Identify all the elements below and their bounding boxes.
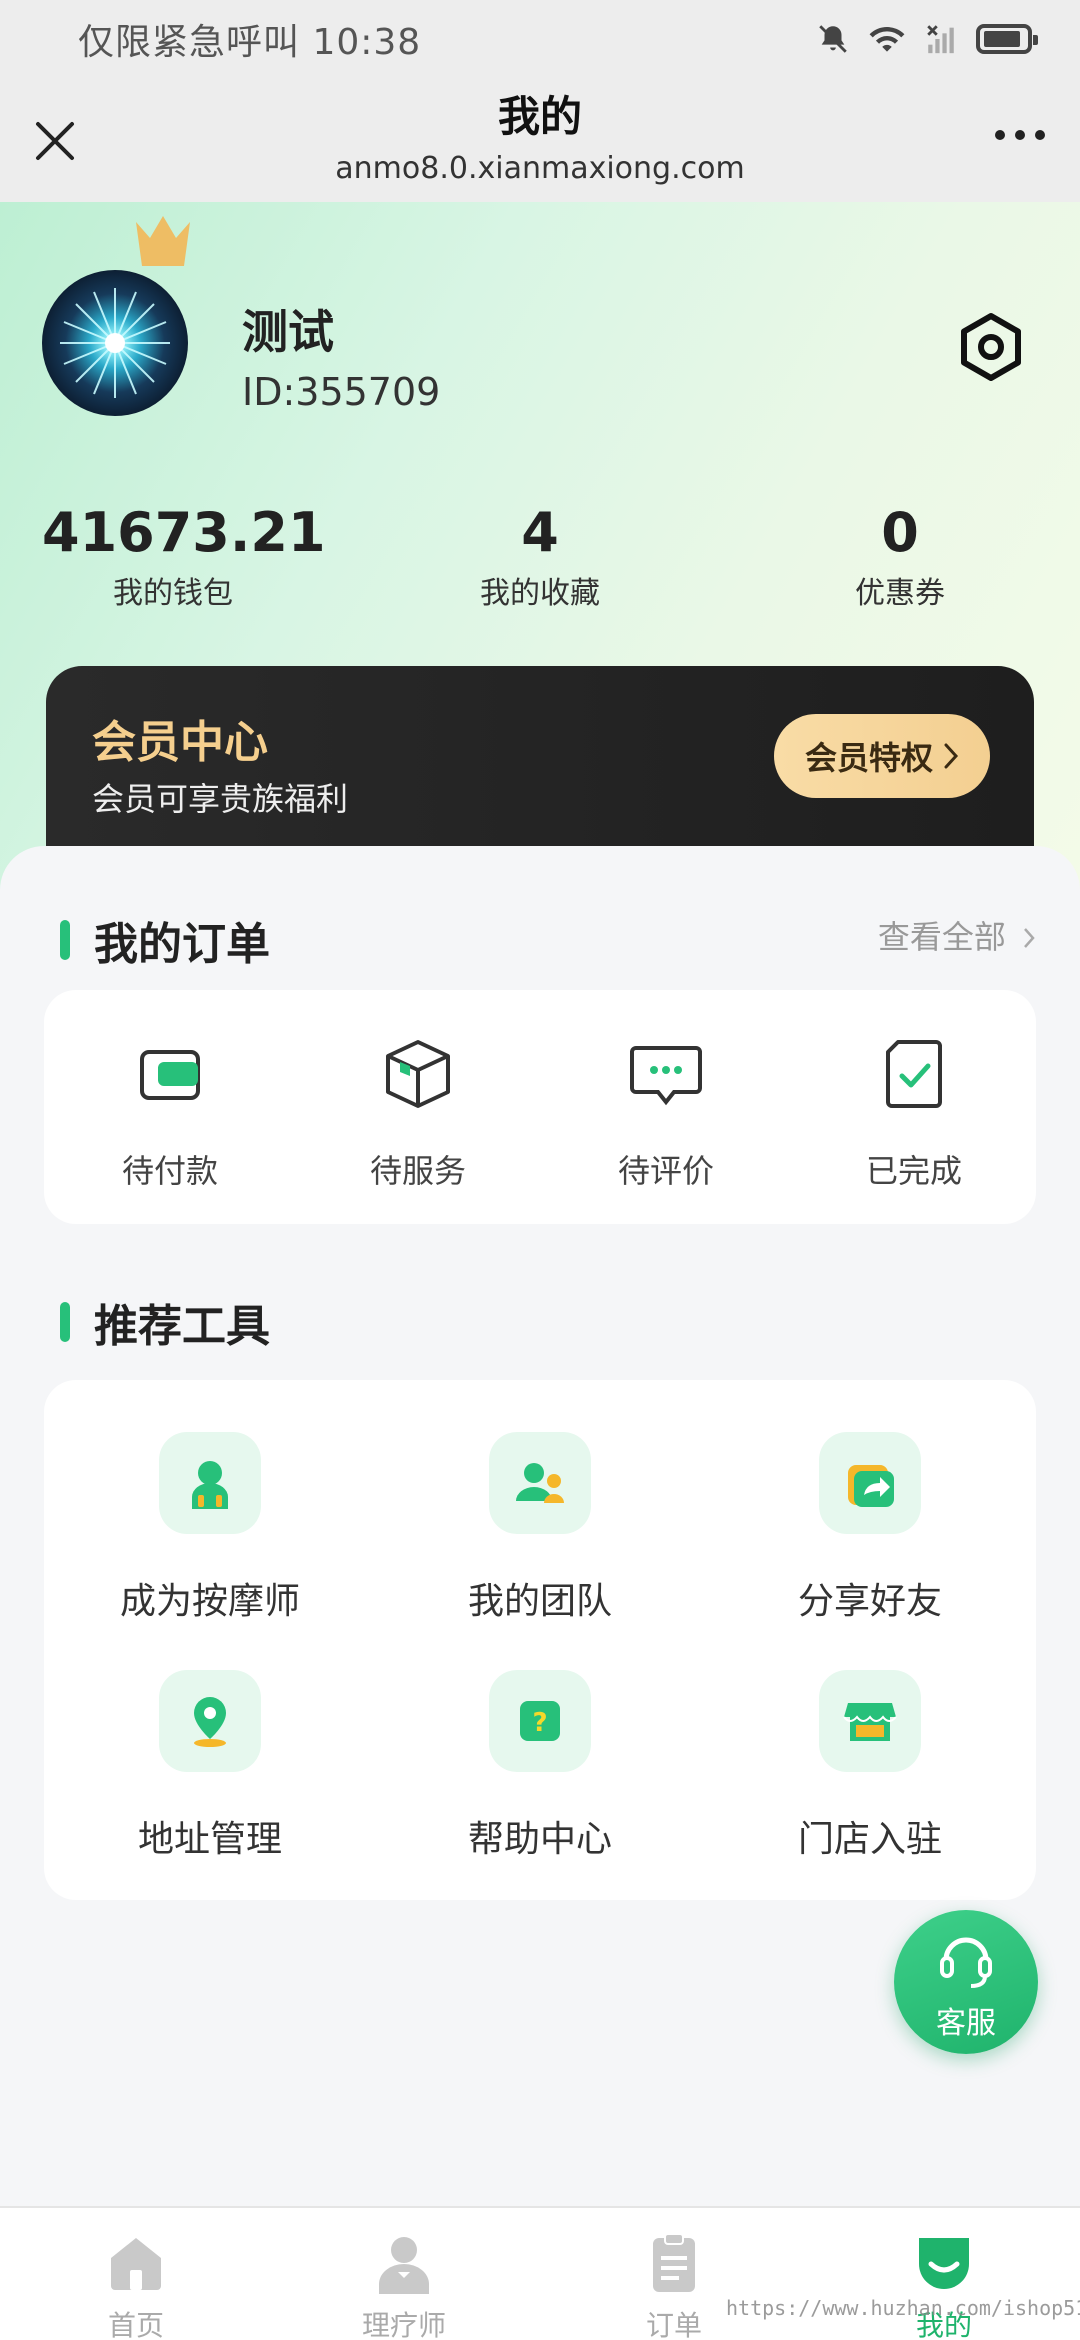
section-accent-bar bbox=[60, 1302, 70, 1342]
tool-become-masseur[interactable]: 成为按摩师 bbox=[60, 1432, 360, 1624]
tools-section-header: 推荐工具 bbox=[60, 1290, 270, 1354]
vip-privileges-button[interactable]: 会员特权 bbox=[774, 714, 990, 798]
page-url: anmo8.0.xianmaxiong.com bbox=[335, 151, 745, 186]
mute-bell-icon bbox=[819, 25, 847, 53]
stat-label: 优惠券 bbox=[855, 576, 945, 611]
tool-my-team[interactable]: 我的团队 bbox=[390, 1432, 690, 1624]
vip-button-label: 会员特权 bbox=[804, 739, 933, 777]
more-button[interactable] bbox=[990, 118, 1050, 158]
masseur-icon bbox=[192, 1461, 228, 1509]
orders-card: 待付款 待服务 待评价 已完成 bbox=[44, 990, 1036, 1224]
settings-button[interactable] bbox=[956, 312, 1026, 382]
close-icon bbox=[36, 122, 74, 160]
tool-label: 成为按摩师 bbox=[119, 1581, 300, 1622]
section-accent-bar bbox=[60, 920, 70, 960]
order-completed[interactable]: 已完成 bbox=[804, 1034, 1024, 1192]
home-icon bbox=[111, 2238, 161, 2290]
view-all-orders-link[interactable]: 查看全部 bbox=[878, 912, 1036, 958]
tab-therapist[interactable]: 理疗师 bbox=[324, 2208, 484, 2340]
user-id: ID:355709 bbox=[242, 370, 441, 414]
tool-label: 分享好友 bbox=[797, 1581, 942, 1622]
tab-label: 理疗师 bbox=[361, 2309, 446, 2340]
status-icons bbox=[816, 22, 1038, 56]
tool-label: 帮助中心 bbox=[467, 1819, 612, 1860]
avatar[interactable] bbox=[42, 270, 188, 416]
customer-service-button[interactable]: 客服 bbox=[894, 1910, 1038, 2054]
wallet-icon bbox=[140, 1050, 200, 1100]
help-icon: ? bbox=[520, 1701, 560, 1741]
chevron-right-icon bbox=[1024, 928, 1035, 948]
tool-label: 门店入驻 bbox=[797, 1819, 942, 1860]
order-pending-service[interactable]: 待服务 bbox=[308, 1034, 528, 1192]
vip-subtitle: 会员可享贵族福利 bbox=[92, 780, 349, 818]
crown-icon bbox=[136, 216, 190, 266]
no-signal-icon bbox=[927, 25, 954, 54]
stat-label: 我的收藏 bbox=[480, 576, 600, 611]
tab-orders[interactable]: 订单 bbox=[594, 2208, 754, 2340]
more-dots-icon bbox=[995, 130, 1045, 140]
tab-label: 首页 bbox=[107, 2309, 164, 2340]
status-bar: 仅限紧急呼叫 10:38 bbox=[0, 0, 1080, 78]
headset-icon bbox=[940, 1937, 992, 1988]
tools-title: 推荐工具 bbox=[94, 1301, 270, 1352]
order-pending-payment[interactable]: 待付款 bbox=[60, 1034, 280, 1192]
stat-coupons[interactable]: 0 优惠券 bbox=[750, 500, 1050, 616]
stat-value: 4 bbox=[521, 501, 559, 564]
avatar-firework-image bbox=[60, 288, 170, 398]
box-icon bbox=[386, 1040, 450, 1108]
stat-wallet[interactable]: 41673.21 我的钱包 bbox=[42, 500, 326, 616]
orders-title: 我的订单 bbox=[94, 919, 270, 970]
vip-title: 会员中心 bbox=[92, 717, 268, 768]
orders-icon bbox=[653, 2233, 695, 2292]
stats-row: 41673.21 我的钱包 4 我的收藏 0 优惠券 bbox=[0, 500, 1080, 630]
tool-address-management[interactable]: 地址管理 bbox=[60, 1670, 360, 1862]
mine-icon bbox=[919, 2238, 969, 2289]
customer-service-label: 客服 bbox=[936, 2006, 996, 2041]
view-all-label: 查看全部 bbox=[877, 918, 1006, 956]
svg-text:?: ? bbox=[532, 1708, 547, 1738]
location-icon bbox=[194, 1697, 226, 1747]
status-text: 仅限紧急呼叫 10:38 bbox=[78, 22, 422, 63]
tab-mine[interactable]: 我的 bbox=[864, 2208, 1024, 2340]
page-title: 我的 bbox=[497, 92, 582, 141]
tool-label: 我的团队 bbox=[467, 1581, 612, 1622]
therapist-icon bbox=[379, 2237, 429, 2294]
stat-value: 41673.21 bbox=[42, 501, 326, 564]
tool-help-center[interactable]: ? 帮助中心 bbox=[390, 1670, 690, 1862]
stat-favorites[interactable]: 4 我的收藏 bbox=[390, 500, 690, 616]
store-icon bbox=[843, 1703, 897, 1741]
orders-section-header: 我的订单 bbox=[60, 908, 270, 972]
comment-icon bbox=[630, 1046, 702, 1106]
order-label: 已完成 bbox=[865, 1152, 962, 1190]
tool-store-join[interactable]: 门店入驻 bbox=[720, 1670, 1020, 1862]
battery-icon bbox=[976, 24, 1038, 54]
stat-label: 我的钱包 bbox=[113, 576, 233, 611]
tool-label: 地址管理 bbox=[137, 1819, 282, 1860]
watermark-text: https://www.huzhan.com/ishop51679 bbox=[726, 2296, 1080, 2320]
wifi-icon bbox=[869, 26, 905, 52]
done-doc-icon bbox=[886, 1040, 942, 1108]
order-label: 待服务 bbox=[369, 1152, 466, 1190]
settings-hex-icon bbox=[961, 313, 1021, 381]
user-name: 测试 bbox=[242, 305, 334, 359]
page-header: 我的 anmo8.0.xianmaxiong.com bbox=[0, 78, 1080, 202]
order-label: 待评价 bbox=[617, 1152, 714, 1190]
vip-card[interactable]: 会员中心 会员可享贵族福利 会员特权 bbox=[46, 666, 1034, 866]
share-icon bbox=[848, 1465, 894, 1507]
tool-share-friends[interactable]: 分享好友 bbox=[720, 1432, 1020, 1624]
order-label: 待付款 bbox=[121, 1152, 218, 1190]
tools-card: 成为按摩师 我的团队 分享好友 地址管理 ? 帮助中心 门店入驻 bbox=[44, 1380, 1036, 1900]
close-button[interactable] bbox=[30, 108, 80, 168]
order-pending-review[interactable]: 待评价 bbox=[556, 1034, 776, 1192]
chevron-right-icon bbox=[944, 743, 959, 769]
team-icon bbox=[516, 1463, 564, 1503]
tab-home[interactable]: 首页 bbox=[56, 2208, 216, 2340]
stat-value: 0 bbox=[881, 501, 919, 564]
